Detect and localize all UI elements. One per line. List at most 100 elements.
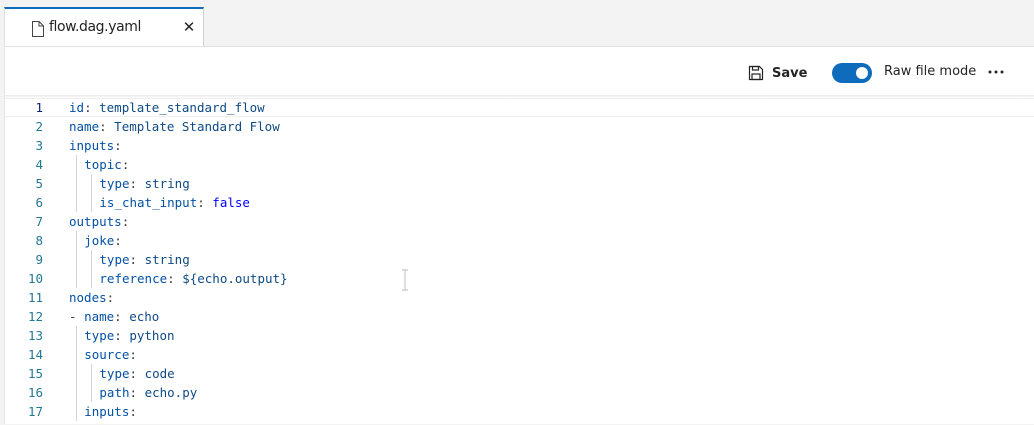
yaml-key: reference [99, 271, 168, 286]
line-number: 5 [35, 176, 43, 191]
code-text: id: template_standard_flow [69, 98, 265, 117]
tab-flow-dag-yaml[interactable]: flow.dag.yaml ✕ [4, 7, 204, 46]
indent-guide [75, 193, 77, 212]
yaml-separator: : [129, 385, 145, 400]
code-line: 11 nodes: [5, 288, 1034, 307]
line-number: 15 [27, 366, 43, 381]
yaml-key: source [84, 347, 130, 362]
line-number: 17 [27, 404, 43, 419]
indent-guide [75, 155, 77, 174]
yaml-separator: : [129, 347, 137, 362]
code-line: 12 - name: echo [5, 307, 1034, 326]
yaml-separator: : [114, 328, 130, 343]
code-text: type: string [99, 250, 189, 269]
yaml-key: nodes [69, 290, 107, 305]
code-line: 13 type: python [5, 326, 1034, 345]
yaml-key: inputs [69, 138, 115, 153]
yaml-key: id [69, 100, 85, 115]
code-text: name: Template Standard Flow [69, 117, 280, 136]
yaml-value: string [144, 176, 190, 191]
save-icon [748, 65, 764, 81]
editor-toolbar: Save Raw file mode [5, 47, 1034, 97]
indent-guide [75, 174, 77, 193]
yaml-value: python [129, 328, 175, 343]
tab-title: flow.dag.yaml [49, 19, 141, 35]
yaml-value: echo [129, 309, 160, 324]
yaml-value: ${echo.output} [182, 271, 288, 286]
code-line: 7 outputs: [5, 212, 1034, 231]
line-number: 13 [27, 328, 43, 343]
line-number: 12 [27, 309, 43, 324]
code-line: 15 type: code [5, 364, 1034, 383]
yaml-key: path [99, 385, 130, 400]
line-number: 10 [27, 271, 43, 286]
code-text: source: [84, 345, 137, 364]
yaml-key: type [99, 176, 130, 191]
code-text: is_chat_input: false [99, 193, 250, 212]
yaml-key: type [84, 328, 115, 343]
yaml-separator: : [114, 309, 130, 324]
yaml-separator: : [129, 366, 145, 381]
yaml-separator: : [197, 195, 213, 210]
yaml-separator: : [121, 157, 130, 172]
line-number: 3 [35, 138, 43, 153]
yaml-separator: : [121, 214, 130, 229]
code-text: topic: [84, 155, 129, 174]
yaml-separator: : [129, 404, 137, 419]
indent-guide [91, 364, 93, 383]
save-button[interactable]: Save [748, 62, 807, 84]
indent-guide [91, 383, 93, 402]
yaml-key: name [69, 119, 100, 134]
code-editor[interactable]: 1 id: template_standard_flow 2 name: Templa… [5, 98, 1034, 425]
yaml-key: name [84, 309, 115, 324]
line-number: 8 [35, 233, 43, 248]
code-line: 16 path: echo.py [5, 383, 1034, 402]
yaml-separator: : [84, 100, 100, 115]
indent-guide [91, 269, 93, 288]
close-tab-button[interactable]: ✕ [181, 18, 197, 36]
yaml-value: false [212, 195, 250, 210]
line-number: 6 [35, 195, 43, 210]
yaml-key: type [99, 252, 130, 267]
text-cursor-icon [402, 269, 408, 291]
code-text: - name: echo [69, 307, 159, 326]
yaml-key: topic [84, 157, 122, 172]
code-text: outputs: [69, 212, 129, 231]
line-number: 16 [27, 385, 43, 400]
more-options-button[interactable] [985, 61, 1007, 83]
yaml-key: is_chat_input [99, 195, 198, 210]
yaml-separator: : [114, 138, 122, 153]
indent-guide [91, 250, 93, 269]
code-text: inputs: [69, 136, 122, 155]
save-label: Save [772, 65, 808, 81]
code-text: inputs: [84, 402, 137, 421]
line-number: 7 [35, 214, 43, 229]
code-line: 17 inputs: [5, 402, 1034, 421]
code-line: 4 topic: [5, 155, 1034, 174]
code-text: path: echo.py [99, 383, 197, 402]
yaml-separator: : [114, 233, 122, 248]
yaml-value: code [144, 366, 175, 381]
yaml-separator: : [99, 119, 115, 134]
indent-guide [75, 402, 77, 421]
line-number: 9 [35, 252, 43, 267]
indent-guide [75, 364, 77, 383]
line-number: 14 [27, 347, 43, 362]
code-line: 2 name: Template Standard Flow [5, 117, 1034, 136]
indent-guide [75, 345, 77, 364]
yaml-separator: : [129, 176, 145, 191]
yaml-dash: - [69, 309, 85, 324]
code-line: 6 is_chat_input: false [5, 193, 1034, 212]
yaml-separator: : [167, 271, 183, 286]
yaml-key: inputs [84, 404, 130, 419]
code-line: 14 source: [5, 345, 1034, 364]
code-line: 5 type: string [5, 174, 1034, 193]
indent-guide [75, 326, 77, 345]
yaml-key: outputs [69, 214, 122, 229]
code-text: type: code [99, 364, 174, 383]
yaml-value: template_standard_flow [99, 100, 265, 115]
editor-panel: Save Raw file mode 1 id: template_standar… [4, 46, 1034, 424]
raw-file-mode-toggle[interactable] [832, 63, 872, 83]
code-line: 8 joke: [5, 231, 1034, 250]
code-text: type: string [99, 174, 189, 193]
